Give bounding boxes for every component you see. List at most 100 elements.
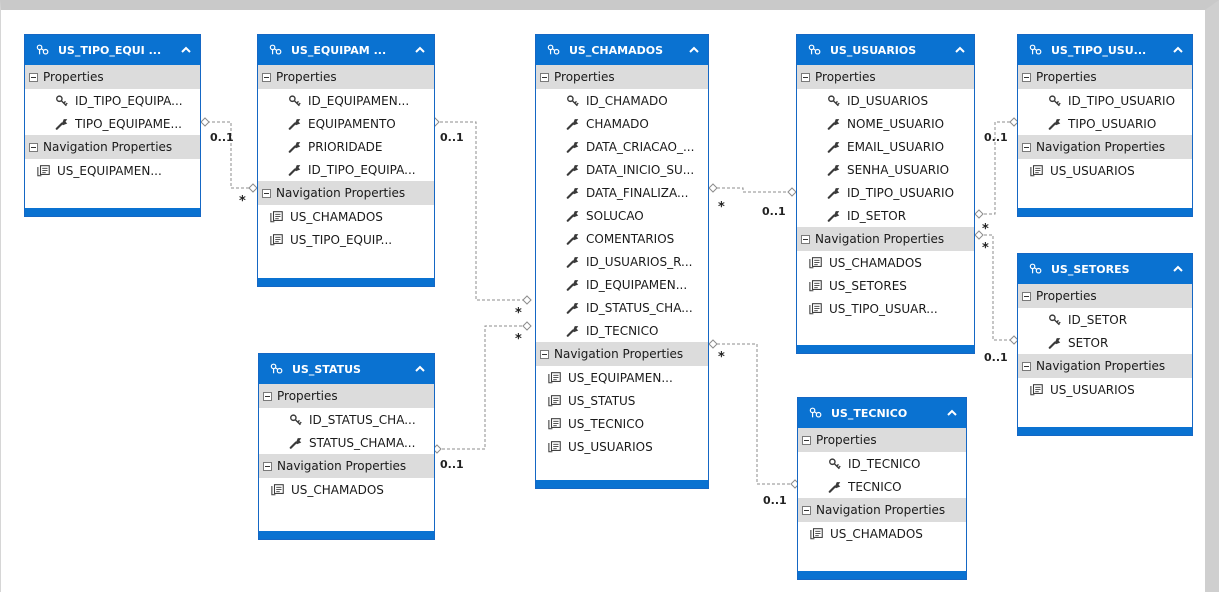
property-row[interactable]: ID_TIPO_EQUIPA...	[25, 89, 200, 112]
property-row[interactable]: ID_STATUS_CHA...	[259, 408, 434, 431]
entity-header[interactable]: US_TIPO_EQUI ...	[25, 35, 200, 65]
collapse-minus-icon[interactable]	[1022, 72, 1031, 82]
collapse-minus-icon[interactable]	[540, 72, 549, 82]
collapse-minus-icon[interactable]	[1022, 361, 1031, 371]
property-row[interactable]: ID_TIPO_USUARIO	[797, 181, 974, 204]
navigation-property-row[interactable]: US_CHAMADOS	[797, 251, 974, 274]
navigation-property-row[interactable]: US_CHAMADOS	[259, 478, 434, 501]
navigation-property-row[interactable]: US_CHAMADOS	[798, 522, 966, 545]
property-row[interactable]: ID_STATUS_CHA...	[536, 296, 708, 319]
collapse-minus-icon[interactable]	[802, 435, 811, 445]
property-row[interactable]: ID_TIPO_EQUIPA...	[258, 158, 434, 181]
navigation-property-row[interactable]: US_USUARIOS	[536, 435, 708, 458]
entity-us-tipo-usuario[interactable]: US_TIPO_USU... Properties ID_TIPO_USUARIO T…	[1017, 34, 1193, 217]
properties-section-header[interactable]: Properties	[797, 65, 974, 89]
entity-header[interactable]: US_CHAMADOS	[536, 35, 708, 65]
entity-us-tecnico[interactable]: US_TECNICO Properties ID_TECNICO TECNICO Nav…	[797, 397, 967, 580]
property-row[interactable]: COMENTARIOS	[536, 227, 708, 250]
collapse-minus-icon[interactable]	[263, 391, 272, 401]
entity-us-status[interactable]: US_STATUS Properties ID_STATUS_CHA... STATU…	[258, 353, 435, 540]
properties-section-header[interactable]: Properties	[25, 65, 200, 89]
property-row[interactable]: ID_TECNICO	[798, 452, 966, 475]
navigation-property-row[interactable]: US_USUARIOS	[1018, 378, 1192, 401]
property-row[interactable]: TIPO_EQUIPAME...	[25, 112, 200, 135]
navigation-section-header[interactable]: Navigation Properties	[1018, 135, 1192, 159]
property-row[interactable]: ID_EQUIPAMEN...	[258, 89, 434, 112]
collapse-minus-icon[interactable]	[262, 188, 271, 198]
property-row[interactable]: EQUIPAMENTO	[258, 112, 434, 135]
property-row[interactable]: ID_TIPO_USUARIO	[1018, 89, 1192, 112]
property-row[interactable]: EMAIL_USUARIO	[797, 135, 974, 158]
entity-us-tipo-equipamento[interactable]: US_TIPO_EQUI ... Properties ID_TIPO_EQUIPA…	[24, 34, 201, 217]
chevron-up-icon[interactable]	[180, 45, 192, 55]
navigation-section-header[interactable]: Navigation Properties	[797, 227, 974, 251]
property-row[interactable]: ID_EQUIPAMEN...	[536, 273, 708, 296]
property-row[interactable]: SOLUCAO	[536, 204, 708, 227]
property-row[interactable]: DATA_CRIACAO_...	[536, 135, 708, 158]
property-row[interactable]: TECNICO	[798, 475, 966, 498]
navigation-section-header[interactable]: Navigation Properties	[536, 342, 708, 366]
property-row[interactable]: NOME_USUARIO	[797, 112, 974, 135]
properties-section-header[interactable]: Properties	[1018, 65, 1192, 89]
collapse-minus-icon[interactable]	[263, 461, 272, 471]
property-row[interactable]: ID_USUARIOS	[797, 89, 974, 112]
navigation-property-row[interactable]: US_EQUIPAMEN...	[25, 159, 200, 182]
navigation-section-header[interactable]: Navigation Properties	[1018, 354, 1192, 378]
entity-us-chamados[interactable]: US_CHAMADOS Properties ID_CHAMADO CHAMADO DA…	[535, 34, 709, 489]
collapse-minus-icon[interactable]	[802, 505, 811, 515]
properties-section-header[interactable]: Properties	[1018, 284, 1192, 308]
navigation-section-header[interactable]: Navigation Properties	[259, 454, 434, 478]
properties-section-header[interactable]: Properties	[536, 65, 708, 89]
collapse-minus-icon[interactable]	[1022, 142, 1031, 152]
navigation-property-row[interactable]: US_CHAMADOS	[258, 205, 434, 228]
collapse-minus-icon[interactable]	[29, 72, 38, 82]
entity-header[interactable]: US_STATUS	[259, 354, 434, 384]
navigation-property-row[interactable]: US_SETORES	[797, 274, 974, 297]
navigation-property-row[interactable]: US_STATUS	[536, 389, 708, 412]
entity-us-equipamento[interactable]: US_EQUIPAM ... Properties ID_EQUIPAMEN... E…	[257, 34, 435, 287]
property-row[interactable]: SENHA_USUARIO	[797, 158, 974, 181]
navigation-section-header[interactable]: Navigation Properties	[798, 498, 966, 522]
property-row[interactable]: STATUS_CHAMA...	[259, 431, 434, 454]
navigation-property-row[interactable]: US_TIPO_USUAR...	[797, 297, 974, 320]
navigation-section-header[interactable]: Navigation Properties	[25, 135, 200, 159]
chevron-up-icon[interactable]	[688, 45, 700, 55]
navigation-section-header[interactable]: Navigation Properties	[258, 181, 434, 205]
property-row[interactable]: ID_TECNICO	[536, 319, 708, 342]
chevron-up-icon[interactable]	[414, 364, 426, 374]
entity-header[interactable]: US_TECNICO	[798, 398, 966, 428]
collapse-minus-icon[interactable]	[801, 72, 810, 82]
entity-header[interactable]: US_TIPO_USU...	[1018, 35, 1192, 65]
chevron-up-icon[interactable]	[414, 45, 426, 55]
chevron-up-icon[interactable]	[954, 45, 966, 55]
property-row[interactable]: ID_CHAMADO	[536, 89, 708, 112]
navigation-property-row[interactable]: US_TIPO_EQUIP...	[258, 228, 434, 251]
collapse-minus-icon[interactable]	[801, 234, 810, 244]
collapse-minus-icon[interactable]	[540, 349, 549, 359]
chevron-up-icon[interactable]	[1172, 45, 1184, 55]
property-row[interactable]: SETOR	[1018, 331, 1192, 354]
entity-header[interactable]: US_USUARIOS	[797, 35, 974, 65]
property-row[interactable]: CHAMADO	[536, 112, 708, 135]
properties-section-header[interactable]: Properties	[798, 428, 966, 452]
property-row[interactable]: ID_SETOR	[797, 204, 974, 227]
collapse-minus-icon[interactable]	[29, 142, 38, 152]
property-row[interactable]: ID_SETOR	[1018, 308, 1192, 331]
property-row[interactable]: TIPO_USUARIO	[1018, 112, 1192, 135]
collapse-minus-icon[interactable]	[262, 72, 271, 82]
chevron-up-icon[interactable]	[946, 408, 958, 418]
property-row[interactable]: PRIORIDADE	[258, 135, 434, 158]
collapse-minus-icon[interactable]	[1022, 291, 1031, 301]
properties-section-header[interactable]: Properties	[258, 65, 434, 89]
property-row[interactable]: DATA_INICIO_SU...	[536, 158, 708, 181]
entity-header[interactable]: US_SETORES	[1018, 254, 1192, 284]
entity-us-usuarios[interactable]: US_USUARIOS Properties ID_USUARIOS NOME_USU…	[796, 34, 975, 354]
property-row[interactable]: ID_USUARIOS_R...	[536, 250, 708, 273]
navigation-property-row[interactable]: US_USUARIOS	[1018, 159, 1192, 182]
properties-section-header[interactable]: Properties	[259, 384, 434, 408]
entity-header[interactable]: US_EQUIPAM ...	[258, 35, 434, 65]
navigation-property-row[interactable]: US_EQUIPAMEN...	[536, 366, 708, 389]
property-row[interactable]: DATA_FINALIZA...	[536, 181, 708, 204]
entity-us-setores[interactable]: US_SETORES Properties ID_SETOR SETOR Navigat…	[1017, 253, 1193, 436]
chevron-up-icon[interactable]	[1172, 264, 1184, 274]
